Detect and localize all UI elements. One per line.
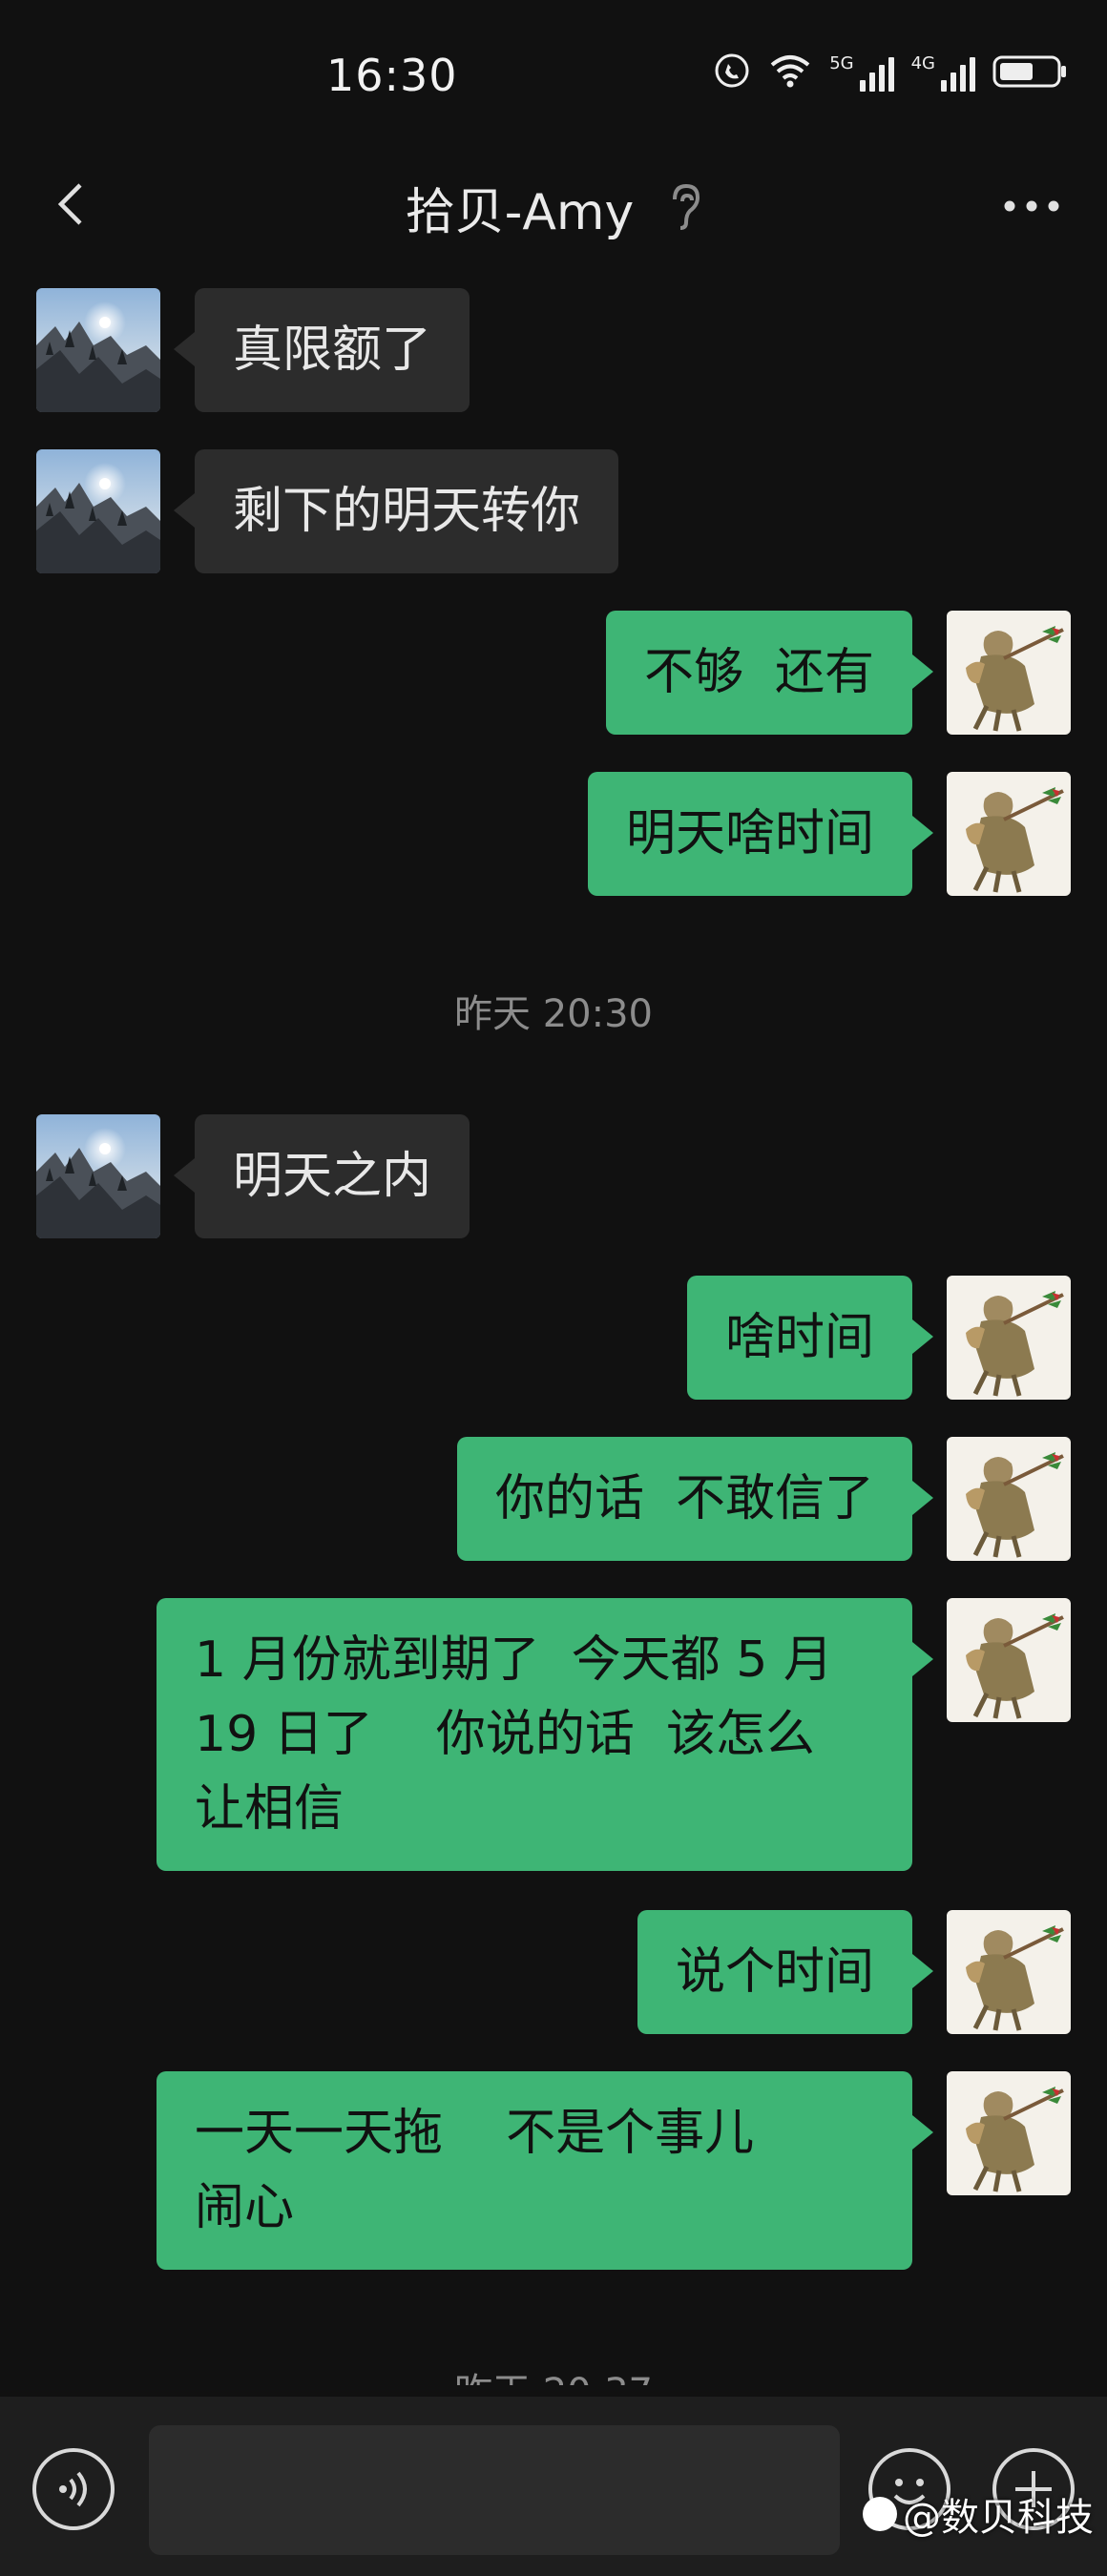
more-options-button[interactable] [998,187,1065,225]
my-avatar[interactable] [947,1437,1071,1561]
input-bar: @数贝科技 [0,2397,1107,2576]
message-bubble[interactable]: 真限额了 [173,288,470,412]
message-bubble[interactable]: 明天之内 [173,1114,470,1238]
status-time: 16:30 [326,50,458,101]
watermark-text: @数贝科技 [903,2496,1094,2540]
status-icons: 5G 4G [713,50,1069,92]
battery-icon [992,50,1069,92]
my-avatar[interactable] [947,1598,1071,1722]
chat-title-wrap: 拾贝-Amy [0,172,1107,243]
message-list[interactable]: 真限额了 剩下的明天转你 不够 还有 明天啥时间 昨天 20:30 明天之内 啥… [0,267,1107,2385]
message-bubble[interactable]: 1 月份就到期了 今天都 5 月 19 日了 你说的话 该怎么 让相信 [157,1598,933,1871]
voice-input-button[interactable] [32,2448,115,2530]
contact-avatar[interactable] [36,1114,160,1238]
contact-avatar[interactable] [36,449,160,573]
timestamp: 昨天 20:37 [0,2361,1107,2385]
message-bubble[interactable]: 说个时间 [637,1910,934,2034]
my-avatar[interactable] [947,2071,1071,2195]
wifi-icon [768,50,812,92]
status-bar: 16:30 5G 4G [0,0,1107,143]
message-bubble[interactable]: 你的话 不敢信了 [456,1437,934,1561]
contact-avatar[interactable] [36,288,160,412]
signal-4g-icon: 4G [911,50,975,92]
my-avatar[interactable] [947,1276,1071,1400]
timestamp: 昨天 20:30 [454,992,653,1036]
my-avatar[interactable] [947,772,1071,896]
voice-icon [59,2471,87,2507]
ellipsis-icon [1004,200,1059,212]
my-avatar[interactable] [947,611,1071,735]
message-bubble[interactable]: 明天啥时间 [587,772,934,896]
watermark-logo-icon [863,2497,897,2531]
message-bubble[interactable]: 一天一天拖 不是个事儿 闹心 [157,2071,933,2270]
message-input[interactable] [149,2425,840,2555]
earpiece-mode-icon [667,182,701,234]
message-bubble[interactable]: 不够 还有 [605,611,934,735]
message-bubble[interactable]: 剩下的明天转你 [173,449,619,573]
watermark: @数贝科技 [863,2486,1094,2542]
signal-5g-icon: 5G [829,50,894,92]
message-bubble[interactable]: 啥时间 [686,1276,934,1400]
hd-call-icon [713,50,751,92]
chat-title: 拾贝-Amy [405,184,635,241]
chat-header: 拾贝-Amy [0,153,1107,258]
my-avatar[interactable] [947,1910,1071,2034]
